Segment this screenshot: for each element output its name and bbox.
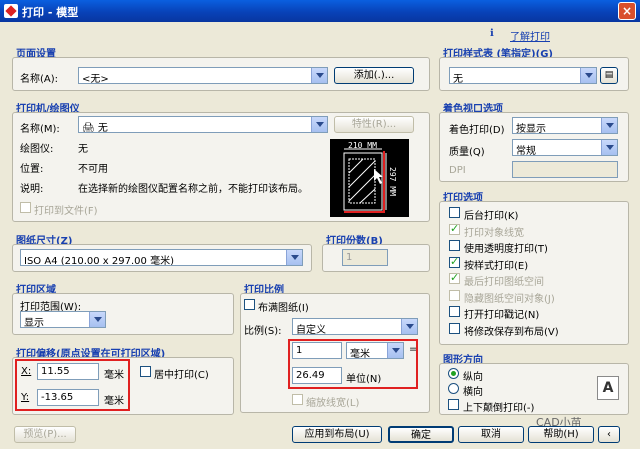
scale-highlight-box [288,339,418,389]
quality-value: 常规 [516,146,536,156]
preview-button[interactable]: 预览(P)... [14,426,76,443]
chevron-down-icon[interactable] [311,68,327,83]
description-value: 在选择新的绘图仪配置名称之前，不能打印该布局。 [78,184,308,195]
plot-option-checkbox[interactable] [449,240,460,251]
scale-combo[interactable]: 自定义 [292,318,418,335]
plot-option-checkbox[interactable] [449,255,460,268]
print-to-file-checkbox[interactable] [20,202,31,213]
upside-down-checkbox[interactable] [448,399,459,410]
plot-option-label: 打印对象线宽 [464,227,524,239]
location-value: 不可用 [78,164,108,175]
orientation-preview-icon: A [597,376,619,400]
style-table-combo[interactable]: 无 [449,67,597,84]
app-icon [4,4,18,18]
chevron-down-icon[interactable] [580,68,596,83]
scale-value: 自定义 [296,325,326,335]
plot-option-label: 最后打印图纸空间 [464,277,544,288]
center-plot-checkbox[interactable] [140,366,151,377]
fit-to-paper-label: 布满图纸(I) [258,303,309,314]
close-button[interactable]: × [618,2,636,20]
print-to-file-label: 打印到文件(F) [34,206,98,217]
scale-lineweights-label: 缩放线宽(L) [306,398,360,409]
chevron-down-icon[interactable] [601,118,617,133]
plot-option-checkbox[interactable] [449,289,460,301]
table-edit-icon: ▤ [604,70,614,80]
page-setup-name-label: 名称(A): [20,74,59,85]
edit-style-table-button[interactable]: ▤ [600,67,618,84]
title-bar: 打印 - 模型 × [0,0,640,22]
cancel-button[interactable]: 取消 [458,426,524,443]
printer-name-combo[interactable]: 🖨 无 [78,116,328,133]
plot-option-label: 使用透明度打印(T) [464,244,548,255]
apply-to-layout-button[interactable]: 应用到布局(U) [292,426,382,443]
plot-range-combo[interactable]: 显示 [20,311,106,328]
info-icon: ℹ [490,28,494,39]
upside-down-label: 上下颠倒打印(-) [463,403,535,414]
scale-label: 比例(S): [244,326,282,337]
chevron-down-icon[interactable] [401,319,417,334]
description-label: 说明: [20,184,44,195]
offset-highlight-box [15,359,130,411]
chevron-down-icon[interactable] [311,117,327,132]
shade-plot-combo[interactable]: 按显示 [512,117,618,134]
plot-option-label: 按样式打印(E) [464,260,529,272]
fit-to-paper-checkbox[interactable] [244,299,255,310]
paper-height-label: 297 MM [388,167,397,196]
scale-lineweights-checkbox[interactable] [292,394,303,405]
paper-size-combo[interactable]: ISO A4 (210.00 x 297.00 毫米) [20,249,303,266]
printer-name-value: 无 [97,123,108,133]
chevron-left-icon: ‹ [607,429,611,440]
plot-option-label: 隐藏图纸空间对象(J) [464,293,555,305]
add-page-setup-button[interactable]: 添加(.)... [334,67,414,84]
plot-option-checkbox[interactable] [449,322,460,334]
dpi-input[interactable] [512,161,618,178]
ok-button[interactable]: 确定 [388,426,454,443]
dpi-label: DPI [449,165,466,176]
page-setup-name-combo[interactable]: <无> [78,67,328,84]
shade-plot-label: 着色打印(D) [449,125,505,136]
paper-preview: 210 MM 297 MM [330,139,409,217]
collapse-button[interactable]: ‹ [598,426,620,443]
landscape-radio[interactable] [448,383,459,394]
plot-option-label: 打开打印戳记(N) [464,310,540,321]
plot-option-checkbox[interactable] [449,271,460,284]
learn-printing-link[interactable]: 了解打印 [510,28,550,43]
chevron-down-icon[interactable] [286,250,302,265]
plot-option-label: 将修改保存到布局(V) [464,326,559,338]
plotter-value: 无 [78,144,88,155]
plot-option-checkbox[interactable] [449,207,460,218]
chevron-down-icon[interactable] [601,140,617,155]
page-setup-name-value: <无> [82,74,109,84]
plot-option-label: 后台打印(K) [464,211,519,222]
paper-preview-graphic [343,148,387,213]
plot-range-value: 显示 [24,318,44,328]
center-plot-label: 居中打印(C) [154,370,209,381]
plotter-label: 绘图仪: [20,144,54,155]
printer-properties-button[interactable]: 特性(R)... [334,116,414,133]
location-label: 位置: [20,164,44,175]
paper-width-label: 210 MM [348,141,377,150]
landscape-label: 横向 [463,387,483,398]
shade-plot-value: 按显示 [516,124,546,134]
printer-icon: 🖨 [82,123,98,133]
help-button[interactable]: 帮助(H) [528,426,594,443]
plot-option-checkbox[interactable] [449,222,460,235]
portrait-radio[interactable] [448,368,459,379]
plot-option-checkbox[interactable] [449,306,460,317]
printer-name-label: 名称(M): [20,124,60,135]
quality-label: 质量(Q) [449,147,485,158]
quality-combo[interactable]: 常规 [512,139,618,156]
style-table-value: 无 [453,74,463,84]
portrait-label: 纵向 [463,372,483,383]
copies-input[interactable]: 1 [342,249,388,266]
chevron-down-icon[interactable] [89,312,105,327]
copies-value: 1 [346,252,353,263]
window-title: 打印 - 模型 [22,6,79,19]
paper-size-value: ISO A4 (210.00 x 297.00 毫米) [24,256,174,266]
